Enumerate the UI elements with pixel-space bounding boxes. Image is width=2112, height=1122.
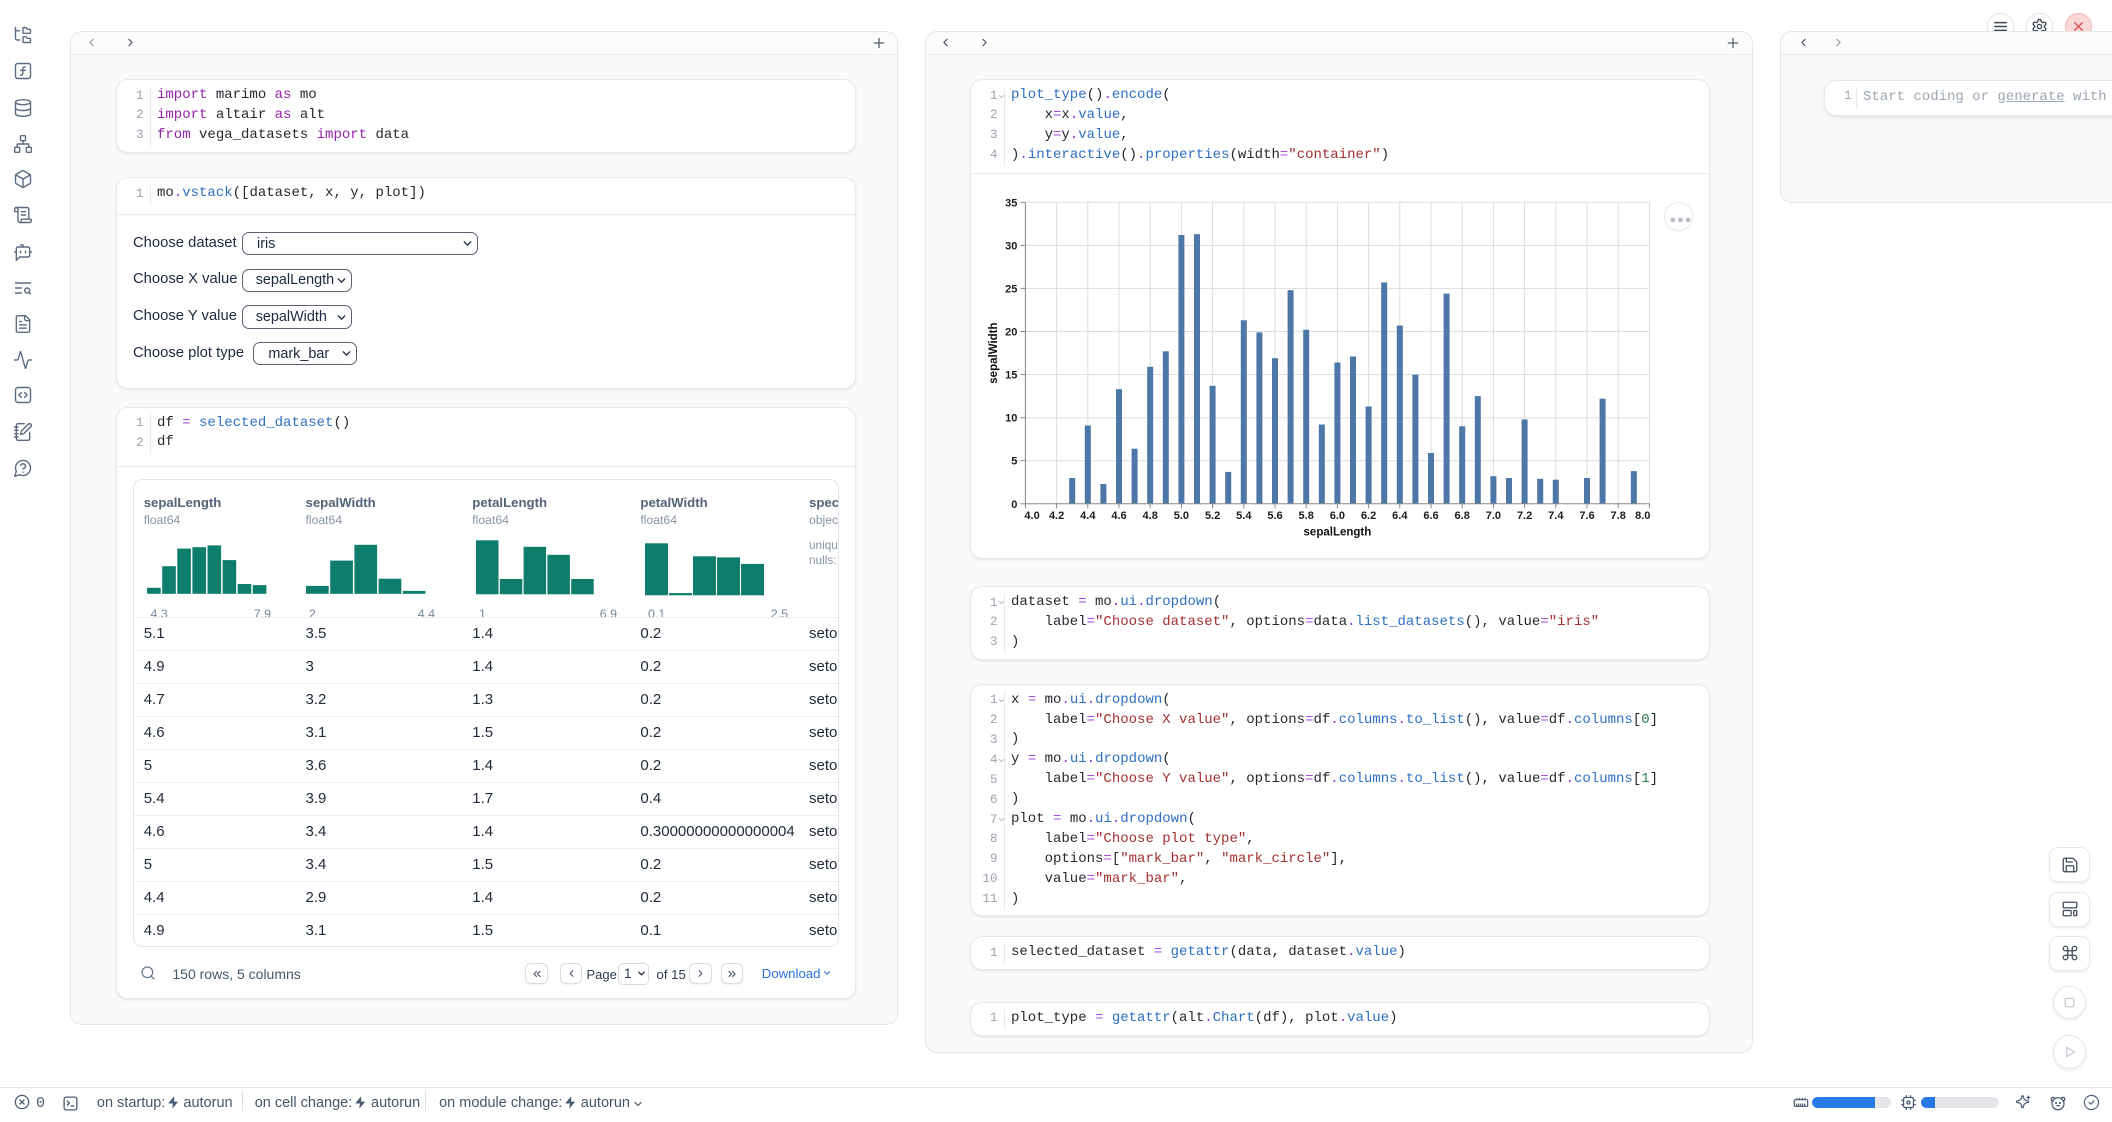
- svg-text:7.6: 7.6: [1579, 510, 1594, 522]
- svg-text:5.0: 5.0: [1174, 510, 1189, 522]
- svg-text:5: 5: [1011, 456, 1017, 468]
- svg-text:10: 10: [1005, 413, 1017, 425]
- svg-text:7.8: 7.8: [1611, 510, 1626, 522]
- svg-text:35: 35: [1005, 197, 1017, 209]
- svg-text:5.4: 5.4: [1236, 510, 1252, 522]
- svg-text:7.2: 7.2: [1517, 510, 1532, 522]
- svg-text:5.6: 5.6: [1267, 510, 1282, 522]
- svg-text:sepalLength: sepalLength: [1304, 527, 1372, 539]
- svg-text:4.2: 4.2: [1049, 510, 1064, 522]
- svg-text:sepalWidth: sepalWidth: [988, 322, 1000, 383]
- svg-text:4.8: 4.8: [1143, 510, 1158, 522]
- svg-text:4.4: 4.4: [1080, 510, 1096, 522]
- svg-text:15: 15: [1005, 370, 1017, 382]
- svg-text:7.0: 7.0: [1486, 510, 1501, 522]
- svg-text:25: 25: [1005, 283, 1017, 295]
- svg-text:20: 20: [1005, 327, 1017, 339]
- svg-text:6.2: 6.2: [1361, 510, 1376, 522]
- svg-text:5.8: 5.8: [1299, 510, 1314, 522]
- svg-text:4.0: 4.0: [1024, 510, 1039, 522]
- svg-text:6.6: 6.6: [1423, 510, 1438, 522]
- svg-text:6.0: 6.0: [1330, 510, 1345, 522]
- svg-text:6.8: 6.8: [1455, 510, 1470, 522]
- svg-text:7.4: 7.4: [1548, 510, 1564, 522]
- svg-text:0: 0: [1011, 499, 1017, 511]
- svg-text:4.6: 4.6: [1111, 510, 1126, 522]
- svg-text:30: 30: [1005, 240, 1017, 252]
- svg-text:8.0: 8.0: [1635, 510, 1650, 522]
- svg-text:6.4: 6.4: [1392, 510, 1408, 522]
- svg-text:5.2: 5.2: [1205, 510, 1220, 522]
